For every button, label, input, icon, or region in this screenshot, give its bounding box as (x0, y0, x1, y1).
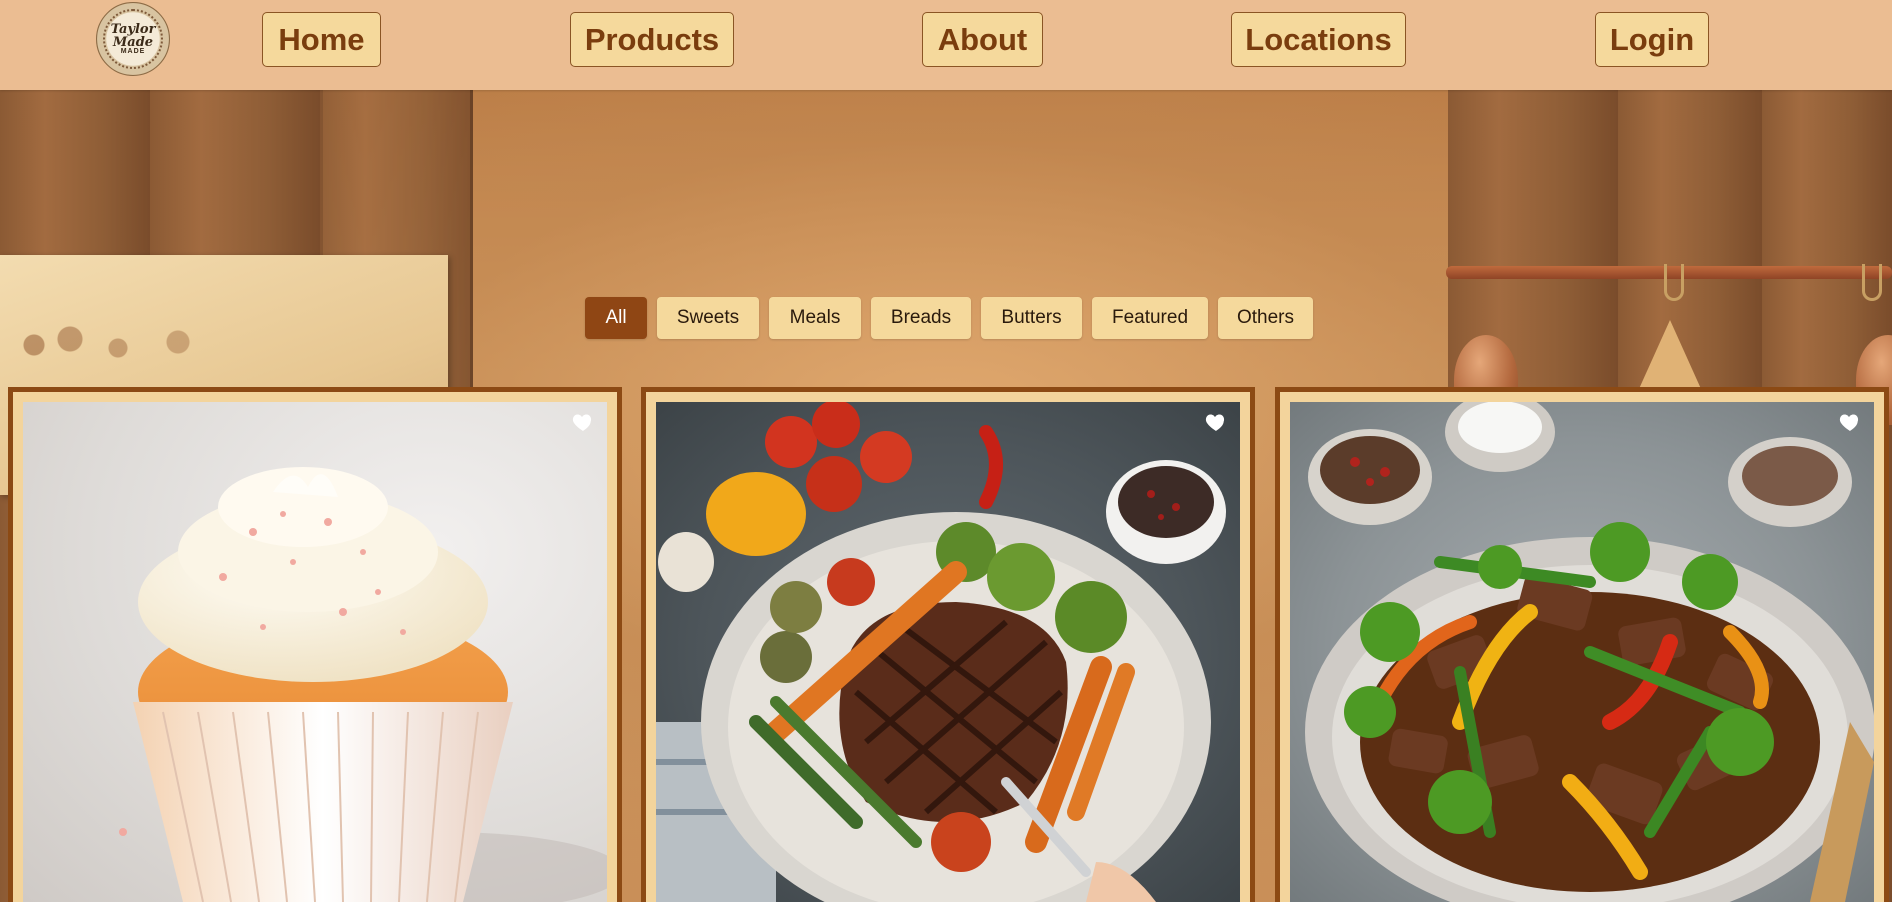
nav-locations-button[interactable]: Locations (1231, 12, 1406, 67)
cupcake-illustration (119, 467, 607, 902)
nav-login-button[interactable]: Login (1595, 12, 1709, 67)
filter-featured-button[interactable]: Featured (1092, 297, 1208, 339)
filter-others-button[interactable]: Others (1218, 297, 1313, 339)
filter-meals-button[interactable]: Meals (769, 297, 861, 339)
nav-products-button[interactable]: Products (570, 12, 734, 67)
paper-sketch (10, 315, 250, 375)
heart-icon[interactable] (1204, 410, 1228, 434)
product-card[interactable] (641, 387, 1255, 902)
brand-logo[interactable]: Taylor Made MADE (96, 2, 170, 76)
filter-sweets-button[interactable]: Sweets (657, 297, 759, 339)
product-image-stir-fry[interactable] (1290, 402, 1874, 902)
stir-fry-illustration (1305, 402, 1874, 902)
hanging-hook (1862, 264, 1882, 301)
filter-all-button[interactable]: All (585, 297, 647, 339)
filter-breads-button[interactable]: Breads (871, 297, 971, 339)
filter-butters-button[interactable]: Butters (981, 297, 1082, 339)
logo-subtext: MADE (120, 48, 146, 55)
heart-icon[interactable] (571, 410, 595, 434)
nav-home-button[interactable]: Home (262, 12, 381, 67)
product-image-steak[interactable] (656, 402, 1240, 902)
steak-illustration (656, 402, 1226, 902)
hanging-hook (1664, 264, 1684, 301)
product-card[interactable] (8, 387, 622, 902)
product-image-cupcake[interactable] (23, 402, 607, 902)
site-header: Taylor Made MADE Home Products About Loc… (0, 0, 1892, 90)
logo-wordmark: Taylor Made (110, 22, 156, 50)
product-card[interactable] (1275, 387, 1889, 902)
heart-icon[interactable] (1838, 410, 1862, 434)
nav-about-button[interactable]: About (922, 12, 1043, 67)
